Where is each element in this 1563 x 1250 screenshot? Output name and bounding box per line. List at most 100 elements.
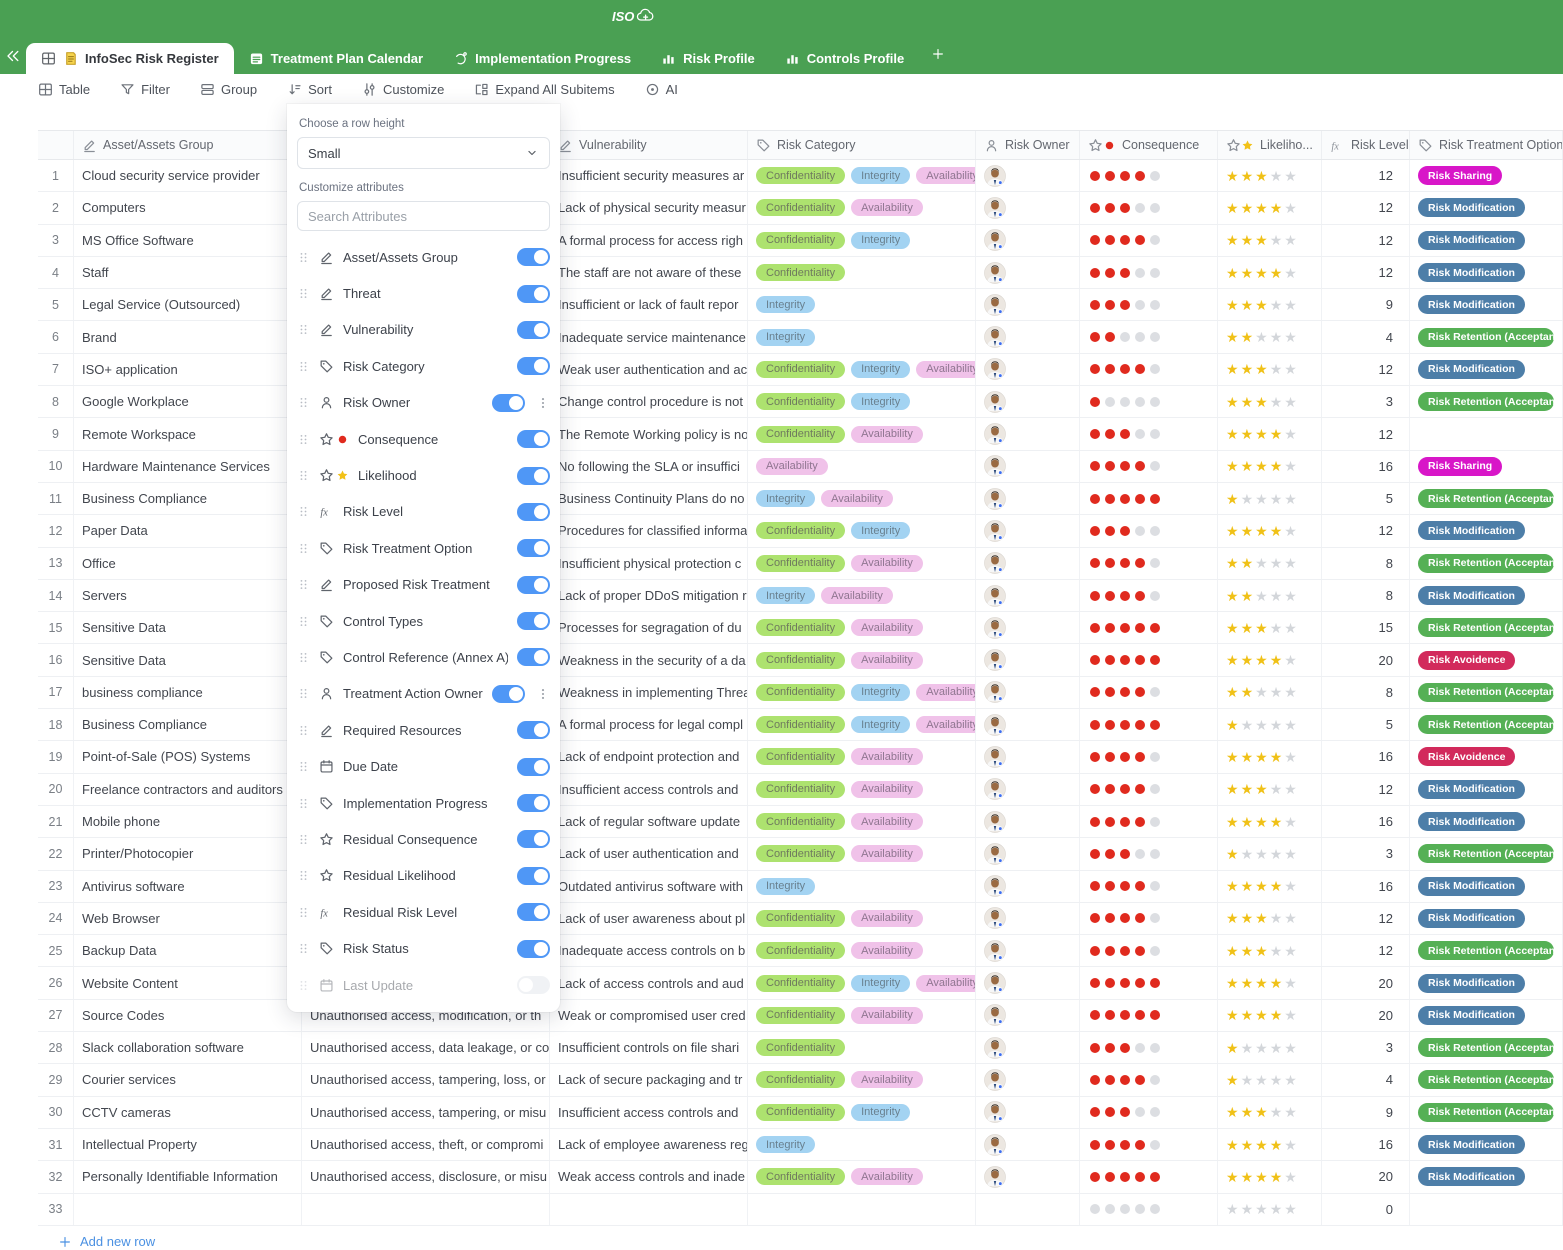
vulnerability-cell[interactable]: Insufficient security measures ar bbox=[550, 160, 748, 191]
risk-category-cell[interactable]: ConfidentialityIntegrityAvailability bbox=[748, 709, 976, 740]
likelihood-cell[interactable]: ★★★★★ bbox=[1218, 774, 1322, 805]
risk-category-cell[interactable]: Integrity bbox=[748, 1129, 976, 1160]
owner-avatar[interactable] bbox=[984, 1037, 1006, 1059]
risk-category-cell[interactable]: ConfidentialityAvailability bbox=[748, 418, 976, 449]
risk-treatment-cell[interactable]: Risk Retention (Acceptan... bbox=[1410, 321, 1563, 352]
asset-cell[interactable]: Hardware Maintenance Services bbox=[74, 451, 302, 482]
risk-owner-cell[interactable] bbox=[976, 1161, 1080, 1192]
owner-avatar[interactable] bbox=[984, 423, 1006, 445]
asset-cell[interactable] bbox=[74, 1194, 302, 1225]
risk-level-cell[interactable]: 3 bbox=[1322, 1032, 1410, 1063]
consequence-cell[interactable] bbox=[1080, 774, 1218, 805]
consequence-cell[interactable] bbox=[1080, 192, 1218, 223]
risk-treatment-cell[interactable]: Risk Modification bbox=[1410, 257, 1563, 288]
likelihood-cell[interactable]: ★★★★★ bbox=[1218, 160, 1322, 191]
row-number[interactable]: 9 bbox=[38, 418, 74, 449]
risk-owner-cell[interactable] bbox=[976, 838, 1080, 869]
consequence-cell[interactable] bbox=[1080, 1097, 1218, 1128]
likelihood-cell[interactable]: ★★★★★ bbox=[1218, 741, 1322, 772]
risk-treatment-cell[interactable]: Risk Modification bbox=[1410, 1000, 1563, 1031]
attribute-toggle[interactable] bbox=[517, 357, 550, 375]
owner-avatar[interactable] bbox=[984, 1004, 1006, 1026]
tab-infosec-risk-register[interactable]: InfoSec Risk Register bbox=[26, 43, 234, 74]
threat-cell[interactable] bbox=[302, 1194, 550, 1225]
attribute-toggle[interactable] bbox=[517, 976, 550, 994]
likelihood-cell[interactable]: ★★★★★ bbox=[1218, 418, 1322, 449]
toolbar-customize-button[interactable]: Customize bbox=[362, 82, 444, 97]
owner-avatar[interactable] bbox=[984, 940, 1006, 962]
risk-category-cell[interactable]: ConfidentialityIntegrityAvailability bbox=[748, 160, 976, 191]
risk-level-cell[interactable]: 8 bbox=[1322, 580, 1410, 611]
row-number[interactable]: 29 bbox=[38, 1064, 74, 1095]
row-number[interactable]: 30 bbox=[38, 1097, 74, 1128]
vulnerability-cell[interactable]: Insufficient controls on file shari bbox=[550, 1032, 748, 1063]
likelihood-cell[interactable]: ★★★★★ bbox=[1218, 1194, 1322, 1225]
vulnerability-cell[interactable]: A formal process for access righ bbox=[550, 225, 748, 256]
row-number[interactable]: 27 bbox=[38, 1000, 74, 1031]
search-attributes-input[interactable] bbox=[297, 201, 550, 231]
risk-treatment-cell[interactable] bbox=[1410, 418, 1563, 449]
risk-owner-cell[interactable] bbox=[976, 806, 1080, 837]
drag-handle-icon[interactable] bbox=[297, 287, 310, 300]
row-number[interactable]: 21 bbox=[38, 806, 74, 837]
risk-level-cell[interactable]: 12 bbox=[1322, 515, 1410, 546]
likelihood-cell[interactable]: ★★★★★ bbox=[1218, 677, 1322, 708]
vulnerability-cell[interactable]: Lack of employee awareness reg bbox=[550, 1129, 748, 1160]
threat-cell[interactable]: Unauthorised access, tampering, or misu bbox=[302, 1097, 550, 1128]
consequence-cell[interactable] bbox=[1080, 967, 1218, 998]
risk-treatment-cell[interactable]: Risk Modification bbox=[1410, 580, 1563, 611]
consequence-cell[interactable] bbox=[1080, 1129, 1218, 1160]
asset-cell[interactable]: Legal Service (Outsourced) bbox=[74, 289, 302, 320]
risk-owner-cell[interactable] bbox=[976, 192, 1080, 223]
row-number[interactable]: 11 bbox=[38, 483, 74, 514]
owner-avatar[interactable] bbox=[984, 1166, 1006, 1188]
attribute-toggle[interactable] bbox=[517, 539, 550, 557]
threat-cell[interactable]: Unauthorised access, disclosure, or misu bbox=[302, 1161, 550, 1192]
vulnerability-cell[interactable]: No following the SLA or insuffici bbox=[550, 451, 748, 482]
attribute-toggle[interactable] bbox=[517, 830, 550, 848]
risk-level-cell[interactable]: 12 bbox=[1322, 257, 1410, 288]
risk-treatment-cell[interactable]: Risk Sharing bbox=[1410, 160, 1563, 191]
risk-owner-cell[interactable] bbox=[976, 225, 1080, 256]
row-number[interactable]: 3 bbox=[38, 225, 74, 256]
risk-level-cell[interactable]: 16 bbox=[1322, 741, 1410, 772]
owner-avatar[interactable] bbox=[984, 229, 1006, 251]
attribute-toggle[interactable] bbox=[492, 394, 525, 412]
asset-cell[interactable]: Personally Identifiable Information bbox=[74, 1161, 302, 1192]
risk-owner-cell[interactable] bbox=[976, 1000, 1080, 1031]
risk-owner-cell[interactable] bbox=[976, 644, 1080, 675]
owner-avatar[interactable] bbox=[984, 1134, 1006, 1156]
risk-owner-cell[interactable] bbox=[976, 548, 1080, 579]
asset-cell[interactable]: Intellectual Property bbox=[74, 1129, 302, 1160]
consequence-cell[interactable] bbox=[1080, 903, 1218, 934]
asset-cell[interactable]: Web Browser bbox=[74, 903, 302, 934]
likelihood-cell[interactable]: ★★★★★ bbox=[1218, 1064, 1322, 1095]
owner-avatar[interactable] bbox=[984, 585, 1006, 607]
likelihood-cell[interactable]: ★★★★★ bbox=[1218, 257, 1322, 288]
drag-handle-icon[interactable] bbox=[297, 360, 310, 373]
row-number[interactable]: 18 bbox=[38, 709, 74, 740]
attribute-toggle[interactable] bbox=[517, 612, 550, 630]
risk-treatment-cell[interactable]: Risk Modification bbox=[1410, 354, 1563, 385]
risk-owner-cell[interactable] bbox=[976, 1032, 1080, 1063]
owner-avatar[interactable] bbox=[984, 197, 1006, 219]
consequence-cell[interactable] bbox=[1080, 257, 1218, 288]
risk-owner-cell[interactable] bbox=[976, 967, 1080, 998]
tab-treatment-plan-calendar[interactable]: Treatment Plan Calendar bbox=[234, 43, 438, 74]
risk-treatment-cell[interactable]: Risk Retention (Acceptan... bbox=[1410, 1064, 1563, 1095]
row-number[interactable]: 20 bbox=[38, 774, 74, 805]
owner-avatar[interactable] bbox=[984, 455, 1006, 477]
consequence-cell[interactable] bbox=[1080, 451, 1218, 482]
column-header-treatment[interactable]: Risk Treatment Option bbox=[1410, 131, 1563, 159]
risk-category-cell[interactable]: Integrity bbox=[748, 289, 976, 320]
owner-avatar[interactable] bbox=[984, 649, 1006, 671]
risk-category-cell[interactable]: ConfidentialityAvailability bbox=[748, 774, 976, 805]
vulnerability-cell[interactable]: Weak user authentication and ac bbox=[550, 354, 748, 385]
vulnerability-cell[interactable]: The staff are not aware of these bbox=[550, 257, 748, 288]
likelihood-cell[interactable]: ★★★★★ bbox=[1218, 289, 1322, 320]
risk-level-cell[interactable]: 8 bbox=[1322, 548, 1410, 579]
row-number[interactable]: 8 bbox=[38, 386, 74, 417]
row-number[interactable]: 12 bbox=[38, 515, 74, 546]
likelihood-cell[interactable]: ★★★★★ bbox=[1218, 1161, 1322, 1192]
vulnerability-cell[interactable]: Lack of user authentication and bbox=[550, 838, 748, 869]
